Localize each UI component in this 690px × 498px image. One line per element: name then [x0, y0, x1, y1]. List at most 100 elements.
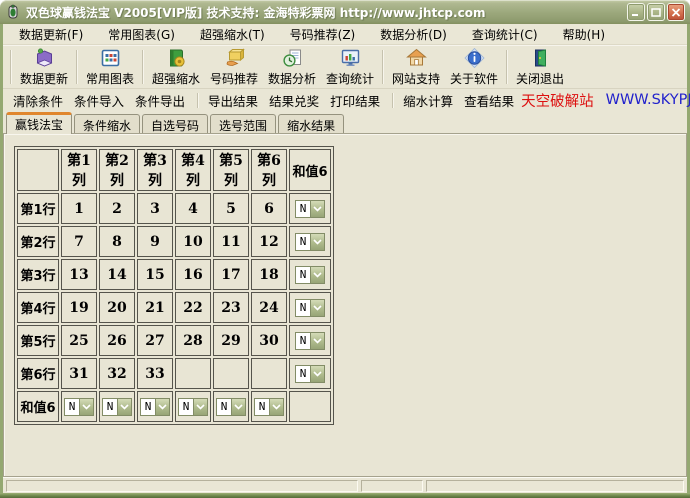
row-sum-dropdown[interactable]: N [295, 332, 325, 350]
column-sum-dropdown[interactable]: N [102, 398, 132, 416]
toolbar-separator [506, 50, 508, 84]
number-cell[interactable]: 7 [61, 226, 97, 257]
chevron-down-icon[interactable] [269, 398, 284, 416]
number-cell[interactable]: 13 [61, 259, 97, 290]
number-cell[interactable]: 8 [99, 226, 135, 257]
number-cell[interactable]: 26 [99, 325, 135, 356]
menu-data-update[interactable]: 数据更新(F) [11, 24, 91, 45]
dropdown-value: N [295, 365, 310, 383]
column-sum-dropdown[interactable]: N [254, 398, 284, 416]
number-cell[interactable]: 19 [61, 292, 97, 323]
number-cell[interactable]: 17 [213, 259, 249, 290]
toolbar: 数据更新 常用图表 超强缩水 [3, 45, 687, 88]
toolbar-super-shrink-button[interactable]: 超强缩水 [147, 47, 205, 87]
menu-query-stats[interactable]: 查询统计(C) [464, 24, 546, 45]
column-sum-dropdown[interactable]: N [64, 398, 94, 416]
chevron-down-icon[interactable] [310, 200, 325, 218]
menu-super-shrink[interactable]: 超强缩水(T) [192, 24, 273, 45]
number-cell[interactable]: 9 [137, 226, 173, 257]
number-cell[interactable]: 10 [175, 226, 211, 257]
chevron-down-icon[interactable] [310, 332, 325, 350]
tab-winning-treasure[interactable]: 赢钱法宝 [6, 112, 72, 134]
number-cell[interactable]: 6 [251, 193, 287, 224]
toolbar-website-support-button[interactable]: 网站支持 [387, 47, 445, 87]
site-name-link[interactable]: 天空破解站 [521, 90, 594, 111]
menu-data-analysis[interactable]: 数据分析(D) [372, 24, 455, 45]
menu-help[interactable]: 帮助(H) [555, 24, 613, 45]
toolbar-number-recommend-button[interactable]: 号码推荐 [205, 47, 263, 87]
chevron-down-icon[interactable] [155, 398, 170, 416]
print-results-button[interactable]: 打印结果 [326, 89, 384, 112]
column-header: 第4列 [175, 149, 211, 191]
number-cell[interactable]: 21 [137, 292, 173, 323]
menu-common-charts[interactable]: 常用图表(G) [100, 24, 183, 45]
chevron-down-icon[interactable] [310, 365, 325, 383]
number-cell[interactable]: 15 [137, 259, 173, 290]
number-cell[interactable]: 11 [213, 226, 249, 257]
clear-conditions-button[interactable]: 清除条件 [9, 89, 67, 112]
tab-number-range[interactable]: 选号范围 [210, 114, 276, 133]
row-sum-dropdown[interactable]: N [295, 233, 325, 251]
toolbar-data-update-button[interactable]: 数据更新 [15, 47, 73, 87]
number-cell[interactable]: 32 [99, 358, 135, 389]
window-border-bottom [0, 493, 690, 498]
chevron-down-icon[interactable] [117, 398, 132, 416]
column-header: 第3列 [137, 149, 173, 191]
toolbar-query-stats-button[interactable]: 查询统计 [321, 47, 379, 87]
number-cell[interactable]: 4 [175, 193, 211, 224]
menu-number-recommend[interactable]: 号码推荐(Z) [282, 24, 364, 45]
number-cell[interactable]: 29 [213, 325, 249, 356]
number-cell[interactable]: 33 [137, 358, 173, 389]
row-header: 第4行 [17, 292, 59, 323]
number-cell[interactable]: 31 [61, 358, 97, 389]
number-cell[interactable]: 28 [175, 325, 211, 356]
number-cell[interactable]: 22 [175, 292, 211, 323]
toolbar-exit-button[interactable]: 关闭退出 [511, 47, 569, 87]
shrink-calculate-button[interactable]: 缩水计算 [399, 89, 457, 112]
number-cell[interactable]: 5 [213, 193, 249, 224]
data-update-icon [33, 47, 56, 69]
row-sum-dropdown[interactable]: N [295, 200, 325, 218]
number-cell[interactable]: 30 [251, 325, 287, 356]
row-sum-dropdown[interactable]: N [295, 266, 325, 284]
column-sum-dropdown[interactable]: N [216, 398, 246, 416]
toolbar-data-analysis-button[interactable]: 数据分析 [263, 47, 321, 87]
chevron-down-icon[interactable] [79, 398, 94, 416]
import-conditions-button[interactable]: 条件导入 [70, 89, 128, 112]
chevron-down-icon[interactable] [310, 266, 325, 284]
number-cell[interactable]: 12 [251, 226, 287, 257]
number-cell[interactable]: 25 [61, 325, 97, 356]
number-cell[interactable]: 27 [137, 325, 173, 356]
tab-shrink-results[interactable]: 缩水结果 [278, 114, 344, 133]
row-sum-dropdown[interactable]: N [295, 365, 325, 383]
number-cell[interactable]: 20 [99, 292, 135, 323]
close-button[interactable] [667, 3, 685, 21]
chevron-down-icon[interactable] [310, 299, 325, 317]
column-sum-dropdown[interactable]: N [140, 398, 170, 416]
tab-condition-shrink[interactable]: 条件缩水 [74, 114, 140, 133]
tab-self-select-numbers[interactable]: 自选号码 [142, 114, 208, 133]
number-cell[interactable]: 16 [175, 259, 211, 290]
check-prize-button[interactable]: 结果兑奖 [265, 89, 323, 112]
number-cell[interactable]: 23 [213, 292, 249, 323]
view-results-button[interactable]: 查看结果 [460, 89, 518, 112]
minimize-button[interactable] [627, 3, 645, 21]
chevron-down-icon[interactable] [193, 398, 208, 416]
site-url-link[interactable]: WWW.SKYPJ.COM [606, 92, 690, 108]
number-cell[interactable]: 14 [99, 259, 135, 290]
maximize-button[interactable] [647, 3, 665, 21]
row-sum-dropdown[interactable]: N [295, 299, 325, 317]
export-results-button[interactable]: 导出结果 [204, 89, 262, 112]
export-conditions-button[interactable]: 条件导出 [131, 89, 189, 112]
column-sum-dropdown[interactable]: N [178, 398, 208, 416]
number-cell[interactable]: 2 [99, 193, 135, 224]
chevron-down-icon[interactable] [310, 233, 325, 251]
number-cell[interactable]: 1 [61, 193, 97, 224]
toolbar-about-button[interactable]: 关于软件 [445, 47, 503, 87]
toolbar-common-charts-button[interactable]: 常用图表 [81, 47, 139, 87]
empty-number-cell [175, 358, 211, 389]
number-cell[interactable]: 3 [137, 193, 173, 224]
number-cell[interactable]: 24 [251, 292, 287, 323]
number-cell[interactable]: 18 [251, 259, 287, 290]
chevron-down-icon[interactable] [231, 398, 246, 416]
